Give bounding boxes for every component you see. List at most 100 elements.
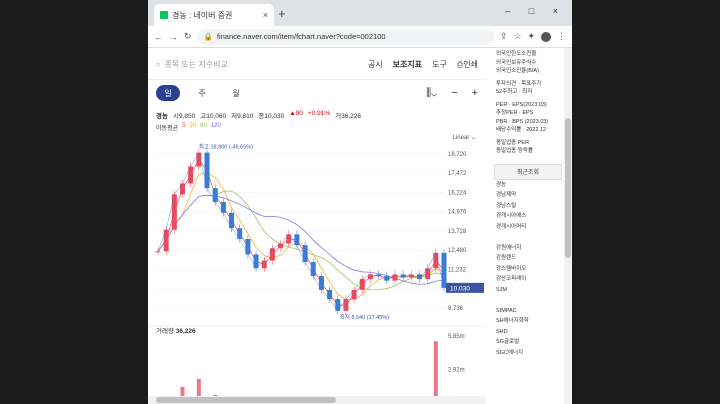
reload-icon[interactable]: ↻ [184, 31, 192, 42]
ma-60[interactable]: 60 [200, 123, 207, 132]
search-placeholder: 종목 또는 지수비교 [164, 60, 228, 69]
bookmark-star-icon[interactable]: ☆ [513, 31, 521, 42]
recent-item [492, 232, 564, 243]
tab-month[interactable]: 월 [224, 85, 248, 101]
recent-item[interactable]: 경개시아머티 [492, 222, 564, 233]
tab-title: 경농 : 네이버 증권 [172, 10, 233, 20]
tab-week[interactable]: 주 [190, 85, 214, 101]
ma-5[interactable]: 5 [182, 123, 185, 132]
recent-item[interactable]: 강원랜드 [492, 253, 564, 264]
y-tick-label: 16,224 [448, 190, 467, 196]
min-annotation: 최저 8,540 (17.45%) [340, 313, 389, 321]
volume-value: 36,226 [341, 113, 362, 120]
y-tick-label: 11,232 [448, 267, 467, 273]
recent-item[interactable]: 강산코퍼레이 [492, 274, 564, 285]
candle-body [351, 289, 357, 300]
volume-y-tick: 5.85m [448, 334, 465, 340]
candle-body [171, 194, 177, 230]
volume-header-value: 36,226 [175, 328, 196, 335]
sidebar-row: 외국인한도소진율 [496, 51, 537, 57]
chart-type-icon[interactable]: ⫼⌄ [426, 87, 437, 100]
ma-line-1 [157, 172, 445, 301]
candle-body [245, 238, 251, 255]
recent-item[interactable]: SGC에너지 [492, 348, 564, 359]
recent-item[interactable]: 강스템바이오 [492, 264, 564, 275]
sidebar-row: 동일업종 등락률 [496, 148, 533, 154]
share-icon[interactable]: ⇪ [500, 31, 508, 42]
forward-icon[interactable]: → [169, 32, 178, 42]
recent-item[interactable]: 경농 [492, 180, 564, 191]
foreign-ownership-block: 외국인한도소진율 외국인보유주식수 외국인소진율(B/A) [492, 48, 564, 78]
sidebar-row: 배당수익률 · 2022.12 [496, 127, 547, 133]
candle-body [261, 260, 267, 269]
extensions-icon[interactable]: ✦ [527, 31, 535, 42]
candle-body [229, 212, 235, 229]
print-button[interactable]: ⎙인쇄 [457, 59, 478, 70]
tool-button[interactable]: 도구 [432, 59, 447, 70]
notice-button[interactable]: 공시 [368, 59, 383, 70]
search-icon: ⌕ [156, 59, 161, 69]
open-value: 9,850 [178, 113, 196, 120]
candle-body [204, 152, 210, 189]
recent-item[interactable]: 경남제약 [492, 190, 564, 201]
recent-item[interactable]: SHD [492, 327, 564, 338]
recent-item[interactable]: 경남스틸 [492, 201, 564, 212]
max-annotation: 최고 18,800 (-46.65%) [199, 143, 253, 151]
address-bar[interactable]: 🔒 finance.naver.com/item/fchart.naver?co… [197, 28, 494, 45]
zoom-out-button[interactable]: − [451, 87, 457, 100]
ma-20[interactable]: 20 [189, 123, 196, 132]
y-tick-label: 12,480 [448, 248, 467, 254]
recent-item[interactable]: SJM [492, 285, 564, 296]
lock-icon: 🔒 [203, 32, 213, 41]
price-chart[interactable]: 18,720 17,472 16,224 14,976 13,728 12,480 11,2… [148, 138, 486, 404]
y-tick-label: 14,976 [448, 210, 467, 216]
candle-body [327, 289, 333, 300]
back-icon[interactable]: ← [154, 32, 163, 42]
y-tick-label: 8,736 [448, 306, 464, 312]
naver-favicon-icon [160, 11, 168, 19]
sidebar-row: 투자의견 · 목표주가 [496, 80, 542, 87]
recent-item[interactable]: SIMPAC [492, 306, 564, 317]
recent-item[interactable]: SG글로벌 [492, 337, 564, 348]
window-controls[interactable]: – □ × [505, 6, 566, 16]
volume-bar [433, 341, 438, 403]
vertical-scrollbar[interactable] [564, 48, 572, 404]
new-tab-button[interactable]: + [278, 6, 286, 21]
current-price-label: 10,030 [450, 285, 470, 292]
hscroll-thumb[interactable] [156, 397, 336, 403]
browser-window: 경농 : 네이버 증권 × + – □ × ← → ↻ 🔒 finance.na… [148, 0, 572, 404]
info-sidebar: 외국인한도소진율 외국인보유주식수 외국인소진율(B/A) 투자의견 · 목표주가 5… [492, 48, 564, 404]
close-tab-icon[interactable]: × [263, 10, 268, 20]
sidebar-row: 52주최고 · 최저 [496, 89, 533, 95]
browser-tab[interactable]: 경농 : 네이버 증권 × [154, 4, 274, 26]
tab-day[interactable]: 일 [156, 85, 180, 101]
candle-body [155, 251, 161, 253]
sidebar-row: 외국인소진율(B/A) [496, 68, 539, 74]
recent-item[interactable]: SH에너지화학 [492, 316, 564, 327]
recent-view-tab[interactable]: 최근조회 [494, 163, 562, 180]
ma-120[interactable]: 120 [211, 123, 221, 132]
recent-item[interactable]: 강원에너지 [492, 243, 564, 254]
compare-search[interactable]: ⌕ 종목 또는 지수비교 [156, 59, 358, 70]
ma-line-3 [157, 194, 445, 285]
candle-body [212, 188, 218, 202]
recent-item[interactable]: 경개시아에스 [492, 211, 564, 222]
horizontal-scrollbar[interactable] [148, 396, 486, 404]
scroll-thumb[interactable] [565, 118, 571, 258]
close-value: 10,030 [264, 113, 285, 120]
profile-avatar[interactable] [541, 31, 551, 42]
menu-icon[interactable]: ⋮ [557, 31, 566, 42]
zoom-in-button[interactable]: + [472, 87, 478, 100]
stock-name: 경농 [156, 113, 168, 120]
chart-toolbar: ⌕ 종목 또는 지수비교 공시 보조지표 도구 ⎙인쇄 [148, 50, 486, 80]
high-value: 10,060 [206, 113, 227, 120]
candle-body [237, 228, 243, 239]
print-label: 인쇄 [463, 60, 478, 69]
per-block: PER · EPS(2023.03) 추정PER · EPS PBR · BPS (… [492, 99, 564, 137]
candle-body [294, 234, 300, 246]
indicator-button[interactable]: 보조지표 [393, 59, 422, 70]
quote-line: 경농 시9,850 고10,060 저9,810 종10,030 ▲90 +0.… [148, 106, 486, 120]
change-value: ▲90 [289, 110, 303, 117]
recent-item [492, 295, 564, 306]
candle-body [269, 248, 275, 261]
